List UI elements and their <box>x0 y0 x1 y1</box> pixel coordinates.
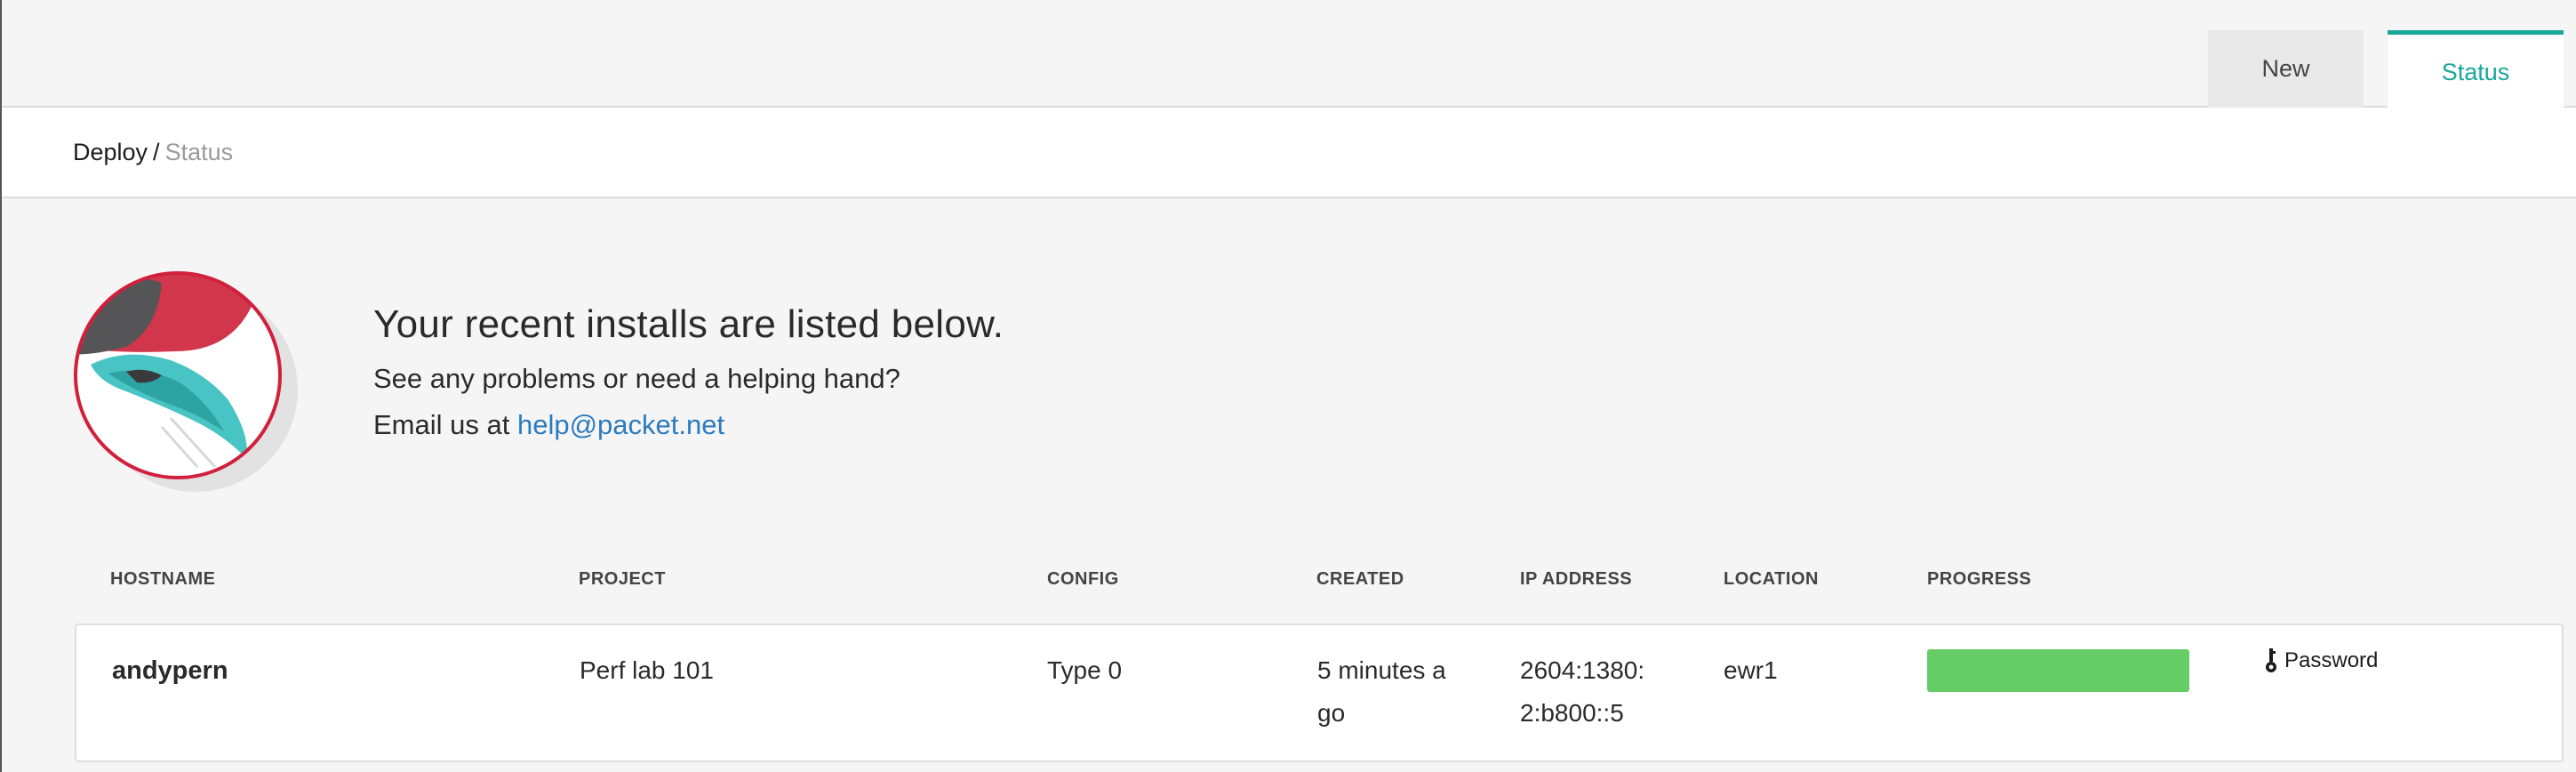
email-line: Email us at help@packet.net <box>373 409 724 441</box>
password-label: Password <box>2284 648 2379 672</box>
cell-hostname[interactable]: andypern <box>112 649 228 692</box>
header-created[interactable]: CREATED <box>1316 569 1404 590</box>
header-hostname[interactable]: HOSTNAME <box>110 569 215 590</box>
cell-ip-line1: 2604:1380: <box>1520 656 1645 684</box>
progress-bar-fill <box>1927 649 2189 692</box>
cell-location: ewr1 <box>1724 656 1778 684</box>
cell-created: 5 minutes a go <box>1317 649 1446 735</box>
page-title: Your recent installs are listed below. <box>373 302 1004 346</box>
tab-status[interactable]: Status <box>2388 30 2564 109</box>
breadcrumb: Deploy / Status <box>2 108 2576 198</box>
cell-created-line2: go <box>1317 699 1346 727</box>
password-button[interactable]: Password <box>2265 647 2378 674</box>
breadcrumb-separator: / <box>153 138 160 165</box>
email-prefix: Email us at <box>373 409 510 440</box>
breadcrumb-status: Status <box>164 138 234 165</box>
cell-project: Perf lab 101 <box>580 656 714 684</box>
progress-bar <box>1927 649 2189 692</box>
breadcrumb-deploy[interactable]: Deploy <box>73 139 148 166</box>
email-link[interactable]: help@packet.net <box>517 409 724 440</box>
header-ip-address[interactable]: IP ADDRESS <box>1520 569 1632 590</box>
header-location[interactable]: LOCATION <box>1724 569 1819 590</box>
help-prompt: See any problems or need a helping hand? <box>373 363 900 394</box>
cell-ip-line2: 2:b800::5 <box>1520 699 1624 727</box>
header-config[interactable]: CONFIG <box>1047 569 1119 590</box>
cell-config: Type 0 <box>1047 656 1123 684</box>
cell-created-line1: 5 minutes a <box>1317 656 1446 684</box>
header-progress[interactable]: PROGRESS <box>1927 569 2031 590</box>
key-icon <box>2266 648 2276 672</box>
mascot-illustration <box>74 271 298 492</box>
header-project[interactable]: PROJECT <box>579 569 666 590</box>
cell-ip-address: 2604:1380: 2:b800::5 <box>1520 649 1644 735</box>
top-nav-bar: New Status <box>2 0 2576 109</box>
tab-new[interactable]: New <box>2208 30 2364 108</box>
